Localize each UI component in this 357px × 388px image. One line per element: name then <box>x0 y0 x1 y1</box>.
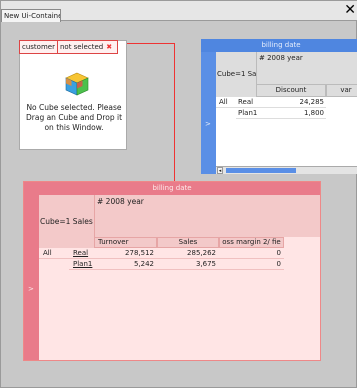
scroll-left-button[interactable]: ◂ <box>217 167 223 174</box>
row-member-label[interactable]: Real <box>69 248 94 259</box>
table-cell: 0 <box>219 259 284 270</box>
row-dimension-label: All <box>216 97 236 108</box>
table-cell: 0 <box>219 248 284 259</box>
horizontal-scrollbar[interactable]: ◂ <box>216 166 357 174</box>
pivot-top-measure-header: var <box>326 84 357 97</box>
ui-container-window: New Ui-Container ✕ No Cube selected. Ple… <box>0 0 357 388</box>
pivot-bottom-year-header: # 2008 year <box>94 195 320 237</box>
table-cell: 278,512 <box>94 248 157 259</box>
table-cell: 3,675 <box>157 259 219 270</box>
table-cell: 5,242 <box>94 259 157 270</box>
pivot-bottom-measure-header: Sales <box>157 237 219 248</box>
not-selected-label: not selected <box>59 43 104 51</box>
no-cube-message: No Cube selected. Please Drag an Cube an… <box>25 103 123 132</box>
pivot-top-measure-header: Discount <box>256 84 326 97</box>
pivot-table-top[interactable]: billing date > Cube=1 Sales # 2008 year … <box>201 39 357 174</box>
row-member-label[interactable]: Plan1 <box>69 259 94 270</box>
drag-connector-line <box>127 43 174 44</box>
pivot-bottom-dimension-label: Cube=1 Sales <box>39 195 94 248</box>
expand-arrow-icon[interactable]: > <box>205 120 211 128</box>
pivot-bottom-column-dimension[interactable]: billing date <box>24 182 320 195</box>
row-member-label[interactable]: Plan1 <box>236 108 257 119</box>
row-dimension-label: All <box>39 248 69 259</box>
not-selected-chip[interactable]: not selected ✖ <box>57 40 119 54</box>
pivot-bottom-measure-header: oss margin 2/ fie <box>219 237 284 248</box>
table-cell: 285,262 <box>157 248 219 259</box>
cube-icon <box>65 72 89 96</box>
tab-bar: New Ui-Container ✕ <box>1 1 357 22</box>
scrollbar-thumb[interactable] <box>226 168 296 173</box>
pivot-top-row-handle[interactable]: > <box>201 52 216 174</box>
pivot-top-year-header: # 2008 year <box>256 52 357 84</box>
pivot-bottom-row-handle[interactable]: > <box>24 195 39 360</box>
pivot-bottom-measure-header: Turnover <box>94 237 157 248</box>
table-cell: 1,800 <box>256 108 326 119</box>
customer-chip[interactable]: customer <box>19 40 58 54</box>
table-cell: 24,285 <box>256 97 326 108</box>
close-icon[interactable]: ✕ <box>344 3 356 17</box>
tab-new-ui-container[interactable]: New Ui-Container <box>1 9 61 22</box>
cube-chip-bar: customer not selected ✖ <box>19 40 119 54</box>
pivot-top-dimension-label: Cube=1 Sales <box>216 52 266 97</box>
row-member-label[interactable]: Real <box>236 97 256 108</box>
remove-icon[interactable]: ✖ <box>103 43 115 51</box>
expand-arrow-icon[interactable]: > <box>28 285 34 293</box>
pivot-top-column-dimension[interactable]: billing date <box>201 39 357 52</box>
pivot-table-bottom[interactable]: billing date > Cube=1 Sales # 2008 year … <box>23 181 321 361</box>
empty-cube-panel[interactable]: No Cube selected. Please Drag an Cube an… <box>19 40 127 150</box>
